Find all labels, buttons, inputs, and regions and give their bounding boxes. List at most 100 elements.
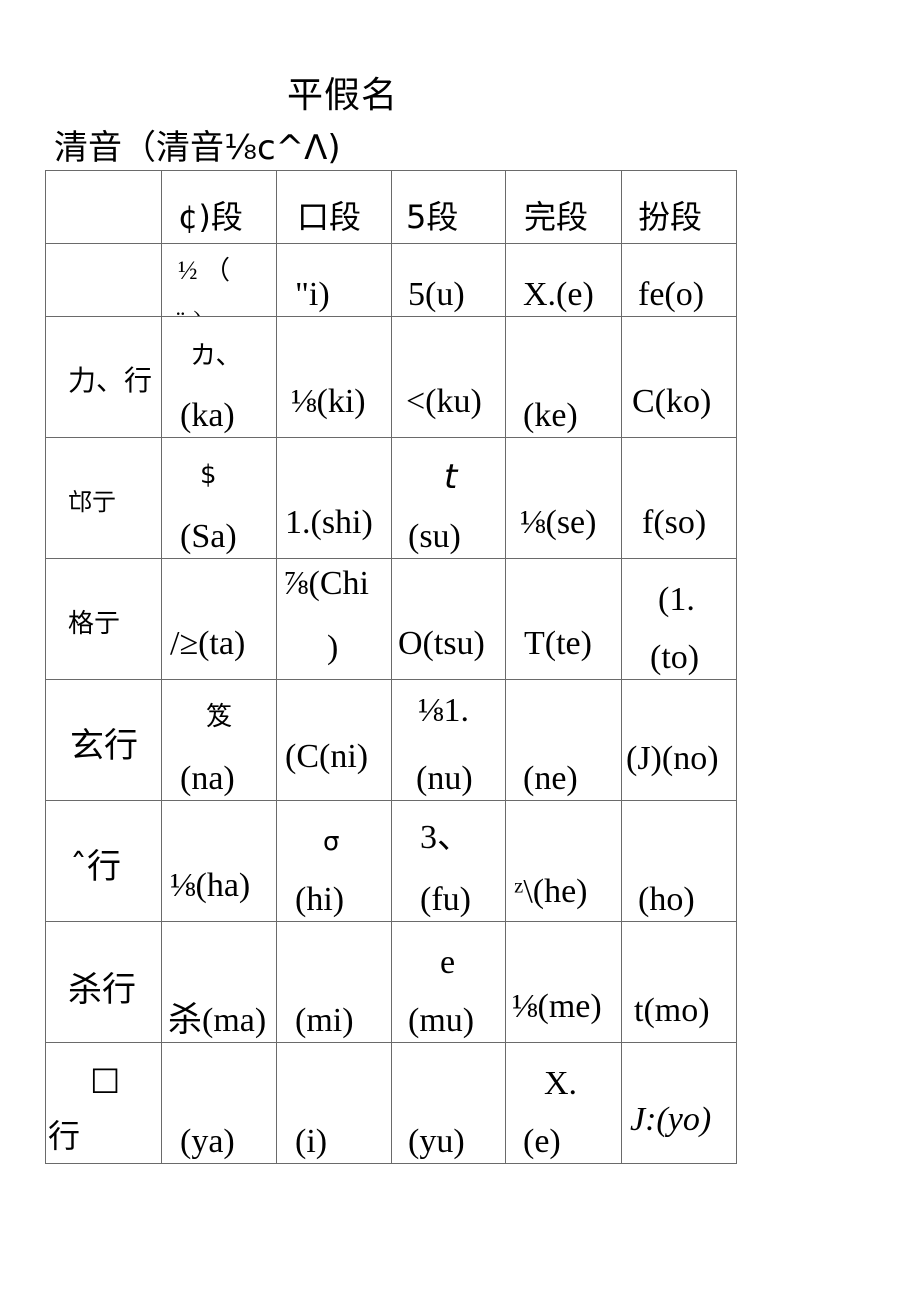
kana-romaji: 1.(shi) xyxy=(285,504,373,541)
kana-cell: (C(ni) xyxy=(276,679,392,801)
kana-glyph: e xyxy=(440,944,456,981)
kana-cell: (ya) xyxy=(161,1042,277,1164)
kana-romaji: (hi) xyxy=(295,881,345,918)
header-label: 完段 xyxy=(524,198,589,236)
kana-cell: 笈 (na) xyxy=(161,679,277,801)
kana-romaji: ⅛(ha) xyxy=(170,867,251,904)
kana-romaji: ⅛(me) xyxy=(512,988,602,1025)
kana-romaji: (J)(no) xyxy=(626,740,719,777)
kana-romaji: (nu) xyxy=(416,760,473,797)
kana-romaji: (e) xyxy=(523,1123,561,1160)
kana-cell: /≥(ta) xyxy=(161,558,277,680)
kana-glyph: X. xyxy=(544,1065,578,1102)
table-row: □ 行 (ya) (i) (yu) X. (e) J:(yo) xyxy=(45,1042,737,1164)
kana-cell: X.(e) xyxy=(505,243,622,317)
header-cell-a-column: ¢)段 xyxy=(161,170,277,244)
header-cell-e-column: 完段 xyxy=(505,170,622,244)
kana-cell: (1. (to) xyxy=(621,558,737,680)
kana-cell: "i) xyxy=(276,243,392,317)
kana-romaji: ᶻ\(he) xyxy=(514,873,588,910)
kana-romaji: (ho) xyxy=(638,881,695,918)
kana-romaji: (ya) xyxy=(180,1123,235,1160)
kana-romaji: 5(u) xyxy=(408,276,465,313)
kana-cell: (mi) xyxy=(276,921,392,1043)
table-row: 杀行 杀(ma) (mi) e (mu) ⅛(me) t(mo) xyxy=(45,921,737,1043)
kana-romaji: <(ku) xyxy=(406,383,482,420)
row-label-cell: 杀行 xyxy=(45,921,162,1043)
kana-cell: (yu) xyxy=(391,1042,506,1164)
kana-cell: (ke) xyxy=(505,316,622,438)
kana-glyph: $ xyxy=(200,460,217,490)
row-label-cell: ˆ行 xyxy=(45,800,162,922)
kana-cell: f(so) xyxy=(621,437,737,559)
kana-romaji: f(so) xyxy=(642,504,707,541)
table-row: 玄行 笈 (na) (C(ni) ⅛1. (nu) (ne) (J)(no) xyxy=(45,679,737,801)
header-cell-corner xyxy=(45,170,162,244)
header-cell-u-column: 5段 xyxy=(391,170,506,244)
kana-cell: (i) xyxy=(276,1042,392,1164)
kana-cell: e (mu) xyxy=(391,921,506,1043)
kana-cell: 杀(ma) xyxy=(161,921,277,1043)
kana-glyph: カ、 xyxy=(190,341,242,371)
kana-cell: (ho) xyxy=(621,800,737,922)
kana-cell: ⅛(ki) xyxy=(276,316,392,438)
kana-romaji: ⅛(se) xyxy=(520,504,597,541)
kana-glyph: ⅛1. xyxy=(418,692,469,729)
kana-romaji: 杀(ma) xyxy=(168,1002,267,1039)
row-label: ˆ行 xyxy=(70,847,121,887)
kana-romaji: (i) xyxy=(295,1123,328,1160)
kana-romaji: ü ) xyxy=(174,302,202,316)
kana-cell: $ (Sa) xyxy=(161,437,277,559)
row-label-cell xyxy=(45,243,162,317)
header-label: 扮段 xyxy=(638,198,703,236)
kana-cell: t(mo) xyxy=(621,921,737,1043)
kana-cell: (J)(no) xyxy=(621,679,737,801)
kana-cell: 3、 (fu) xyxy=(391,800,506,922)
kana-cell: fe(o) xyxy=(621,243,737,317)
row-label-cell: 力、行 xyxy=(45,316,162,438)
row-label: 力、行 xyxy=(68,364,153,397)
kana-romaji: C(ko) xyxy=(632,383,712,420)
kana-romaji: t(mo) xyxy=(634,992,710,1029)
header-label: ¢)段 xyxy=(178,198,243,236)
row-label: 杀行 xyxy=(68,970,136,1010)
kana-romaji: (C(ni) xyxy=(285,738,369,775)
kana-romaji: O(tsu) xyxy=(398,625,485,662)
row-label: 行 xyxy=(48,1117,81,1155)
kana-romaji: (mi) xyxy=(295,1002,354,1039)
kana-glyph: (1. xyxy=(658,581,695,618)
kana-cell: C(ko) xyxy=(621,316,737,438)
kana-cell: ⅛1. (nu) xyxy=(391,679,506,801)
kana-glyph: t xyxy=(444,457,458,497)
hiragana-table: ¢)段 口段 5段 完段 扮段 ½ （ ü ) "i) 5(u) X.(e) f… xyxy=(45,170,737,1164)
kana-glyph: 3、 xyxy=(420,819,471,856)
kana-cell: T(te) xyxy=(505,558,622,680)
table-row: 力、行 カ、 (ka) ⅛(ki) <(ku) (ke) C(ko) xyxy=(45,316,737,438)
kana-glyph: σ xyxy=(323,827,340,857)
row-label-cell: □ 行 xyxy=(45,1042,162,1164)
row-label: 邙亍 xyxy=(68,488,116,516)
kana-cell: (ne) xyxy=(505,679,622,801)
kana-romaji: (na) xyxy=(180,760,235,797)
row-label: 格亍 xyxy=(68,609,121,639)
kana-romaji: J:(yo) xyxy=(630,1101,712,1138)
kana-cell: O(tsu) xyxy=(391,558,506,680)
document-subtitle: 清音（清音⅛c^Λ) xyxy=(54,128,341,168)
table-row: ˆ行 ⅛(ha) σ (hi) 3、 (fu) ᶻ\(he) (ho) xyxy=(45,800,737,922)
kana-romaji: ) xyxy=(327,629,339,666)
kana-cell: J:(yo) xyxy=(621,1042,737,1164)
kana-romaji: (to) xyxy=(650,639,700,676)
row-label-cell: 玄行 xyxy=(45,679,162,801)
kana-cell: ⅛(ha) xyxy=(161,800,277,922)
header-cell-o-column: 扮段 xyxy=(621,170,737,244)
header-label: 5段 xyxy=(406,198,459,236)
kana-romaji: X.(e) xyxy=(523,276,594,313)
kana-glyph: ⅞(Chi xyxy=(283,565,369,602)
kana-romaji: (ke) xyxy=(523,397,578,434)
kana-romaji: (Sa) xyxy=(180,518,237,555)
kana-cell: <(ku) xyxy=(391,316,506,438)
row-label-glyph: □ xyxy=(90,1059,121,1097)
table-header-row: ¢)段 口段 5段 完段 扮段 xyxy=(45,170,737,244)
kana-romaji: T(te) xyxy=(524,625,592,662)
kana-romaji: (fu) xyxy=(420,881,471,918)
